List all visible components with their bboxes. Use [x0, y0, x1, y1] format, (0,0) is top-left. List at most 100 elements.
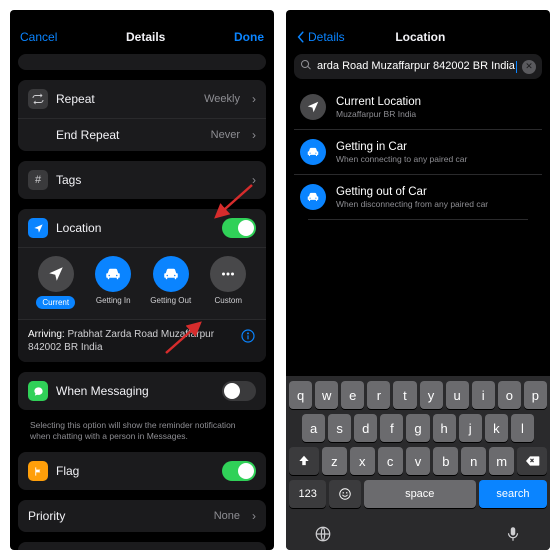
when-messaging-label: When Messaging: [56, 384, 214, 398]
key-r[interactable]: r: [367, 381, 390, 409]
key-search[interactable]: search: [479, 480, 547, 508]
keyboard-row-3: z x c v b n m: [289, 447, 547, 475]
info-icon[interactable]: [240, 328, 256, 347]
key-l[interactable]: l: [511, 414, 534, 442]
result-subtitle: Muzaffarpur BR India: [336, 109, 421, 119]
search-input[interactable]: arda Road Muzaffarpur 842002 BR India: [317, 60, 517, 72]
globe-icon[interactable]: [314, 525, 332, 546]
arriving-prefix: Arriving:: [28, 329, 65, 340]
key-g[interactable]: g: [406, 414, 429, 442]
navbar: Cancel Details Done: [10, 24, 274, 54]
tags-row[interactable]: # Tags ›: [18, 161, 266, 199]
clear-icon[interactable]: ✕: [522, 60, 536, 74]
arriving-address-row[interactable]: Arriving: Prabhat Zarda Road Muzaffarpur…: [18, 319, 266, 362]
flag-toggle[interactable]: [222, 461, 256, 481]
result-title: Getting out of Car: [336, 186, 488, 198]
text-caret: [516, 61, 517, 73]
result-current-location[interactable]: Current Location Muzaffarpur BR India: [294, 85, 542, 129]
key-v[interactable]: v: [406, 447, 431, 475]
repeat-value: Weekly: [204, 93, 240, 105]
location-search-screen: Details Location arda Road Muzaffarpur 8…: [286, 10, 550, 550]
location-option-getting-out[interactable]: Getting Out: [147, 256, 195, 309]
key-m[interactable]: m: [489, 447, 514, 475]
key-k[interactable]: k: [485, 414, 508, 442]
key-backspace[interactable]: [517, 447, 547, 475]
list-row[interactable]: List High priority ›: [18, 542, 266, 550]
keyboard-row-4: 123 space search: [289, 480, 547, 508]
key-shift[interactable]: [289, 447, 319, 475]
status-bar: [286, 10, 550, 24]
key-f[interactable]: f: [380, 414, 403, 442]
result-getting-in-car[interactable]: Getting in Car When connecting to any pa…: [294, 129, 542, 174]
car-icon: [300, 139, 326, 165]
key-e[interactable]: e: [341, 381, 364, 409]
car-icon: [95, 256, 131, 292]
key-a[interactable]: a: [302, 414, 325, 442]
row-stub: [18, 54, 266, 70]
cancel-button[interactable]: Cancel: [20, 30, 57, 44]
when-messaging-row: When Messaging: [18, 372, 266, 410]
repeat-row[interactable]: Repeat Weekly ›: [18, 80, 266, 118]
key-u[interactable]: u: [446, 381, 469, 409]
repeat-label: Repeat: [56, 92, 196, 106]
priority-value: None: [214, 510, 240, 522]
result-getting-out-car[interactable]: Getting out of Car When disconnecting fr…: [294, 174, 542, 219]
keyboard: q w e r t y u i o p a s d f g h j k l: [286, 376, 550, 519]
tags-label: Tags: [56, 173, 240, 187]
priority-label: Priority: [28, 509, 206, 523]
location-option-getting-in[interactable]: Getting In: [90, 256, 138, 309]
keyboard-row-1: q w e r t y u i o p: [289, 381, 547, 409]
key-z[interactable]: z: [322, 447, 347, 475]
key-123[interactable]: 123: [289, 480, 326, 508]
key-n[interactable]: n: [461, 447, 486, 475]
key-c[interactable]: c: [378, 447, 403, 475]
current-label: Current: [36, 296, 75, 309]
key-i[interactable]: i: [472, 381, 495, 409]
key-s[interactable]: s: [328, 414, 351, 442]
key-x[interactable]: x: [350, 447, 375, 475]
end-repeat-row[interactable]: End Repeat Never ›: [18, 118, 266, 151]
location-toggle[interactable]: [222, 218, 256, 238]
back-button[interactable]: Details: [296, 30, 345, 44]
message-icon: [28, 381, 48, 401]
when-messaging-toggle[interactable]: [222, 381, 256, 401]
flag-row: Flag: [18, 452, 266, 490]
location-row: Location: [18, 209, 266, 247]
location-option-custom[interactable]: Custom: [205, 256, 253, 309]
key-j[interactable]: j: [459, 414, 482, 442]
chevron-right-icon: ›: [252, 509, 256, 523]
done-button[interactable]: Done: [234, 30, 264, 44]
page-title: Details: [126, 30, 165, 44]
result-subtitle: When disconnecting from any paired car: [336, 199, 488, 209]
keyboard-row-2: a s d f g h j k l: [289, 414, 547, 442]
when-messaging-note: Selecting this option will show the remi…: [18, 420, 266, 452]
key-emoji[interactable]: [329, 480, 360, 508]
key-h[interactable]: h: [433, 414, 456, 442]
result-title: Current Location: [336, 96, 421, 108]
navbar: Details Location: [286, 24, 550, 54]
location-option-current[interactable]: Current: [32, 256, 80, 309]
keyboard-bottom-bar: [286, 519, 550, 550]
search-icon: [300, 59, 312, 74]
getting-out-label: Getting Out: [150, 296, 191, 305]
key-b[interactable]: b: [433, 447, 458, 475]
car-icon: [153, 256, 189, 292]
car-icon: [300, 184, 326, 210]
key-o[interactable]: o: [498, 381, 521, 409]
key-space[interactable]: space: [364, 480, 476, 508]
key-q[interactable]: q: [289, 381, 312, 409]
mic-icon[interactable]: [504, 525, 522, 546]
priority-row[interactable]: Priority None ›: [18, 500, 266, 532]
results-list: Current Location Muzaffarpur BR India Ge…: [286, 85, 550, 220]
key-y[interactable]: y: [420, 381, 443, 409]
chevron-right-icon: ›: [252, 128, 256, 142]
key-t[interactable]: t: [393, 381, 416, 409]
key-w[interactable]: w: [315, 381, 338, 409]
key-d[interactable]: d: [354, 414, 377, 442]
repeat-icon: [28, 89, 48, 109]
hash-icon: #: [28, 170, 48, 190]
key-p[interactable]: p: [524, 381, 547, 409]
search-field[interactable]: arda Road Muzaffarpur 842002 BR India ✕: [294, 54, 542, 79]
end-repeat-label: End Repeat: [28, 128, 203, 142]
ellipsis-icon: [210, 256, 246, 292]
